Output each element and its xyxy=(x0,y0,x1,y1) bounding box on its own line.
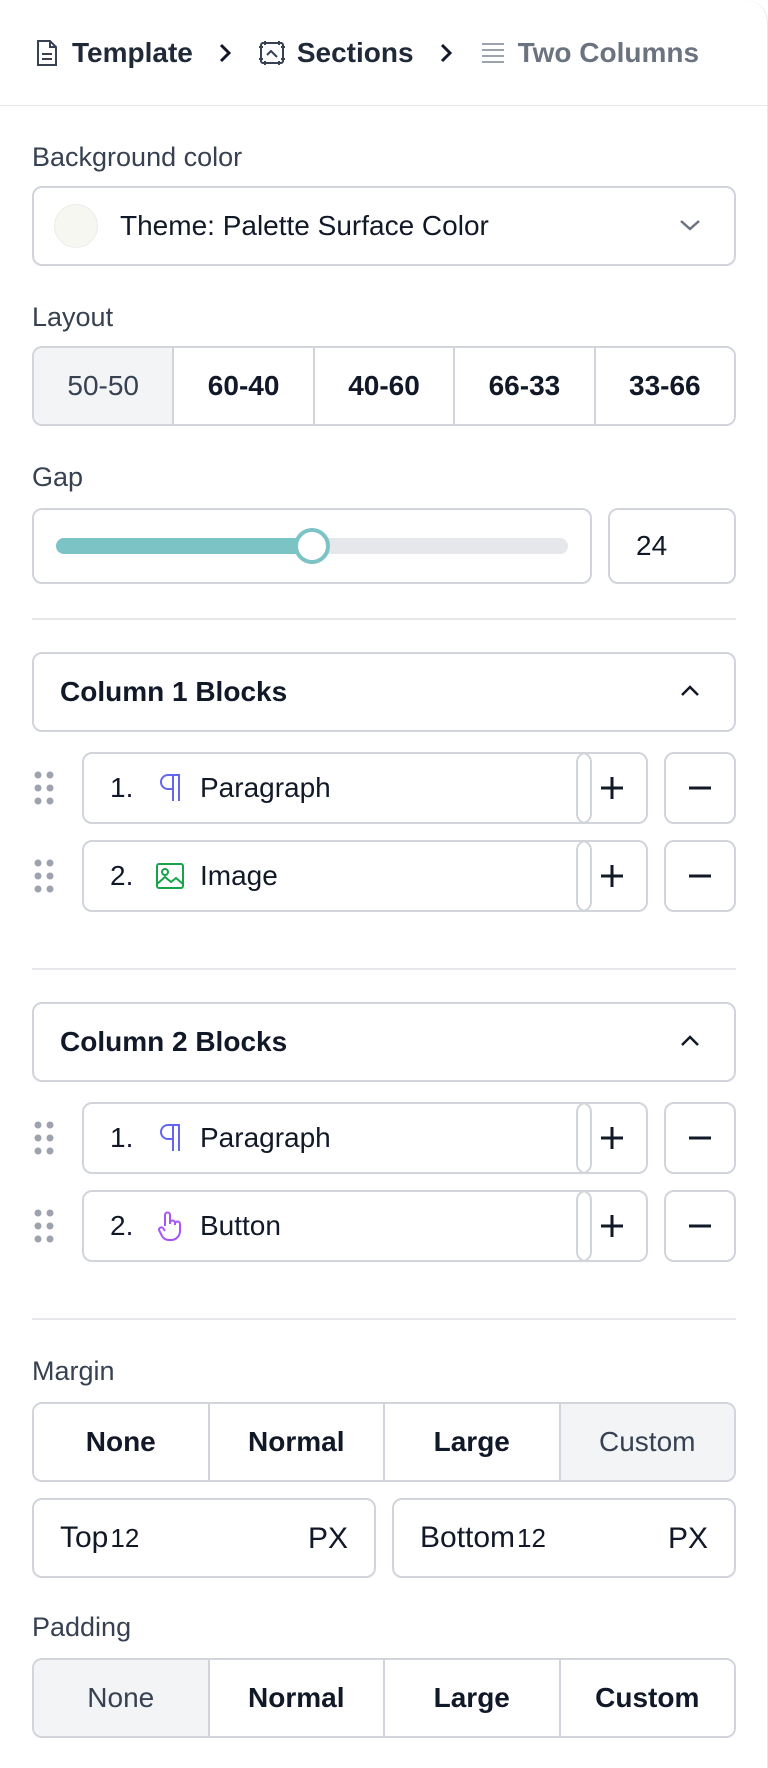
drag-handle-icon[interactable] xyxy=(32,858,56,894)
margin-segmented-control: None Normal Large Custom xyxy=(32,1402,736,1482)
layout-option-66-33[interactable]: 66-33 xyxy=(455,348,596,424)
drag-handle-icon[interactable] xyxy=(32,770,56,806)
margin-top-label: Top xyxy=(60,1521,109,1554)
file-icon xyxy=(32,38,62,68)
block-row: 1. Paragraph xyxy=(32,1102,736,1174)
paragraph-icon xyxy=(152,1120,188,1156)
column-1-title: Column 1 Blocks xyxy=(60,676,288,707)
block-row: 1. Paragraph xyxy=(32,752,736,824)
block-index: 1. xyxy=(110,772,134,803)
image-icon xyxy=(152,858,188,894)
column-1-accordion[interactable]: Column 1 Blocks xyxy=(32,652,736,732)
chevron-right-icon xyxy=(205,41,245,65)
margin-bottom-value: 12 xyxy=(517,1522,546,1553)
chevron-up-icon xyxy=(678,1028,702,1060)
margin-top-input[interactable]: Top 12 PX xyxy=(32,1498,376,1578)
margin-top-value: 12 xyxy=(110,1522,140,1553)
slider-thumb[interactable] xyxy=(294,528,330,564)
remove-block-button[interactable] xyxy=(664,1102,736,1174)
margin-bottom-label: Bottom xyxy=(420,1521,516,1554)
padding-option-large[interactable]: Large xyxy=(385,1660,561,1736)
remove-block-button[interactable] xyxy=(664,840,736,912)
divider xyxy=(32,618,736,620)
remove-block-button[interactable] xyxy=(664,1190,736,1262)
margin-option-none[interactable]: None xyxy=(34,1404,210,1480)
add-block-button[interactable] xyxy=(576,1102,648,1174)
slider-fill xyxy=(56,538,312,554)
margin-bottom-input[interactable]: Bottom 12 PX xyxy=(392,1498,736,1578)
gap-label: Gap xyxy=(32,462,84,492)
breadcrumb-sections[interactable]: Sections xyxy=(257,37,414,69)
chevron-right-icon xyxy=(426,41,466,65)
remove-block-button[interactable] xyxy=(664,752,736,824)
padding-option-normal[interactable]: Normal xyxy=(209,1660,385,1736)
background-color-label: Background color xyxy=(32,142,243,172)
layout-segmented-control: 50-50 60-40 40-60 66-33 33-66 xyxy=(32,346,736,426)
layout-option-50-50[interactable]: 50-50 xyxy=(34,348,175,424)
drag-handle-icon[interactable] xyxy=(32,1208,56,1244)
padding-segmented-control: None Normal Large Custom xyxy=(32,1658,736,1738)
layout-label: Layout xyxy=(32,302,114,332)
padding-label: Padding xyxy=(32,1612,132,1642)
add-block-button[interactable] xyxy=(576,752,648,824)
add-block-button[interactable] xyxy=(576,1190,648,1262)
block-row: 2. Button xyxy=(32,1190,736,1262)
block-item-button[interactable]: 2. Button xyxy=(82,1190,592,1262)
block-index: 2. xyxy=(110,1210,134,1241)
breadcrumb-template[interactable]: Template xyxy=(32,37,193,69)
layout-option-40-60[interactable]: 40-60 xyxy=(314,348,456,424)
settings-panel: Template Sections Two Columns Background… xyxy=(0,0,768,1768)
breadcrumb-two-columns[interactable]: Two Columns xyxy=(478,37,699,69)
block-index: 2. xyxy=(110,860,134,891)
chevron-down-icon xyxy=(678,212,702,241)
gap-slider[interactable] xyxy=(32,508,592,584)
padding-option-custom[interactable]: Custom xyxy=(560,1660,734,1736)
background-color-value: Theme: Palette Surface Color xyxy=(120,210,489,241)
frame-icon xyxy=(257,38,287,68)
lines-icon xyxy=(478,38,508,68)
block-label: Paragraph xyxy=(200,1122,331,1153)
block-item-image[interactable]: 2. Image xyxy=(82,840,592,912)
block-label: Paragraph xyxy=(200,772,331,803)
breadcrumb-label: Two Columns xyxy=(517,36,700,68)
block-row: 2. Image xyxy=(32,840,736,912)
add-block-button[interactable] xyxy=(576,840,648,912)
divider xyxy=(32,968,736,970)
layout-option-33-66[interactable]: 33-66 xyxy=(595,348,734,424)
breadcrumb-label: Sections xyxy=(296,36,414,68)
margin-bottom-unit: PX xyxy=(667,1522,708,1555)
block-index: 1. xyxy=(110,1122,134,1153)
column-2-accordion[interactable]: Column 2 Blocks xyxy=(32,1002,736,1082)
layout-option-60-40[interactable]: 60-40 xyxy=(174,348,315,424)
breadcrumb-label: Template xyxy=(72,36,193,68)
block-item-paragraph[interactable]: 1. Paragraph xyxy=(82,752,592,824)
background-color-select[interactable]: Theme: Palette Surface Color xyxy=(32,186,736,266)
padding-option-none[interactable]: None xyxy=(34,1660,210,1736)
drag-handle-icon[interactable] xyxy=(32,1120,56,1156)
column-2-title: Column 2 Blocks xyxy=(60,1026,288,1057)
block-label: Button xyxy=(200,1210,281,1241)
margin-label: Margin xyxy=(32,1356,115,1386)
margin-top-unit: PX xyxy=(307,1522,348,1555)
margin-option-custom[interactable]: Custom xyxy=(560,1404,734,1480)
block-item-paragraph[interactable]: 1. Paragraph xyxy=(82,1102,592,1174)
margin-option-normal[interactable]: Normal xyxy=(209,1404,385,1480)
divider xyxy=(32,1318,736,1320)
block-label: Image xyxy=(200,860,278,891)
margin-option-large[interactable]: Large xyxy=(385,1404,561,1480)
gap-number-input[interactable]: 24 xyxy=(608,508,736,584)
breadcrumb: Template Sections Two Columns xyxy=(0,0,767,106)
color-swatch xyxy=(54,204,98,248)
chevron-up-icon xyxy=(678,678,702,710)
paragraph-icon xyxy=(152,770,188,806)
pointer-icon xyxy=(152,1208,188,1244)
